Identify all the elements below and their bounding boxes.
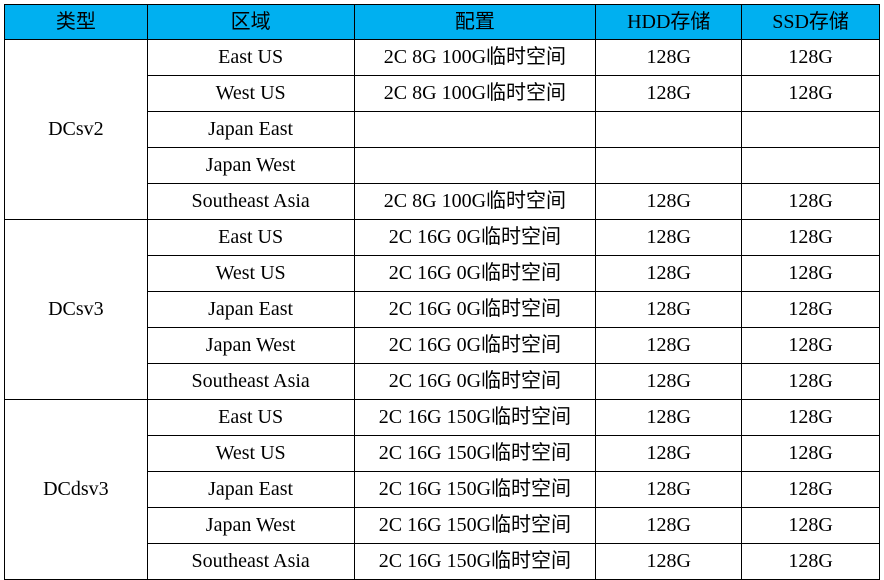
config-cell: 2C 16G 150G临时空间 xyxy=(353,399,597,436)
type-cell: DCsv3 xyxy=(4,219,148,400)
hdd-cell: 128G xyxy=(595,291,743,328)
config-cell: 2C 16G 150G临时空间 xyxy=(353,471,597,508)
ssd-cell: 128G xyxy=(741,471,880,508)
ssd-cell: 128G xyxy=(741,507,880,544)
type-cell: DCsv2 xyxy=(4,39,148,220)
hdd-cell: 128G xyxy=(595,471,743,508)
hdd-cell: 128G xyxy=(595,183,743,220)
ssd-cell: 128G xyxy=(741,363,880,400)
region-cell: Japan East xyxy=(146,291,355,328)
hdd-cell: 128G xyxy=(595,507,743,544)
table-row: DCsv3 East US 2C 16G 0G临时空间 128G 128G xyxy=(4,219,880,400)
vm-spec-table: 类型 区域 配置 HDD存储 SSD存储 DCsv2 East US 2C 8G 1… xyxy=(4,4,880,580)
hdd-cell: 128G xyxy=(595,363,743,400)
ssd-cell: 128G xyxy=(741,435,880,472)
ssd-cell: 128G xyxy=(741,255,880,292)
type-cell: DCdsv3 xyxy=(4,399,148,580)
region-cell: Japan West xyxy=(146,147,355,184)
hdd-cell: 128G xyxy=(595,543,743,580)
hdd-cell xyxy=(595,147,743,184)
ssd-cell: 128G xyxy=(741,39,880,76)
header-type: 类型 xyxy=(4,4,148,40)
ssd-cell: 128G xyxy=(741,219,880,256)
config-cell: 2C 16G 0G临时空间 xyxy=(353,291,597,328)
region-cell: Southeast Asia xyxy=(146,183,355,220)
ssd-cell: 128G xyxy=(741,291,880,328)
hdd-cell: 128G xyxy=(595,399,743,436)
ssd-cell xyxy=(741,147,880,184)
region-cell: Japan West xyxy=(146,507,355,544)
region-cell: West US xyxy=(146,255,355,292)
config-cell: 2C 16G 0G临时空间 xyxy=(353,255,597,292)
hdd-cell: 128G xyxy=(595,255,743,292)
region-cell: Southeast Asia xyxy=(146,363,355,400)
config-cell: 2C 16G 150G临时空间 xyxy=(353,507,597,544)
table-row: DCsv2 East US 2C 8G 100G临时空间 128G 128G xyxy=(4,39,880,220)
table-row: DCdsv3 East US 2C 16G 150G临时空间 128G 128G xyxy=(4,399,880,580)
hdd-cell: 128G xyxy=(595,219,743,256)
region-cell: East US xyxy=(146,39,355,76)
config-cell: 2C 16G 0G临时空间 xyxy=(353,363,597,400)
ssd-cell: 128G xyxy=(741,75,880,112)
ssd-cell xyxy=(741,111,880,148)
ssd-cell: 128G xyxy=(741,543,880,580)
header-row: 类型 区域 配置 HDD存储 SSD存储 xyxy=(4,4,880,40)
hdd-cell: 128G xyxy=(595,39,743,76)
config-cell xyxy=(353,147,597,184)
ssd-cell: 128G xyxy=(741,327,880,364)
region-cell: West US xyxy=(146,75,355,112)
header-config: 配置 xyxy=(353,4,597,40)
config-cell: 2C 16G 150G临时空间 xyxy=(353,435,597,472)
region-cell: Japan East xyxy=(146,471,355,508)
header-hdd: HDD存储 xyxy=(595,4,743,40)
config-cell: 2C 16G 150G临时空间 xyxy=(353,543,597,580)
hdd-cell: 128G xyxy=(595,435,743,472)
config-cell: 2C 16G 0G临时空间 xyxy=(353,219,597,256)
table-body: DCsv2 East US 2C 8G 100G临时空间 128G 128G West U… xyxy=(4,39,880,580)
hdd-cell: 128G xyxy=(595,75,743,112)
hdd-cell: 128G xyxy=(595,327,743,364)
header-ssd: SSD存储 xyxy=(741,4,880,40)
config-cell: 2C 8G 100G临时空间 xyxy=(353,183,597,220)
config-cell: 2C 8G 100G临时空间 xyxy=(353,75,597,112)
region-cell: West US xyxy=(146,435,355,472)
config-cell: 2C 8G 100G临时空间 xyxy=(353,39,597,76)
region-cell: East US xyxy=(146,219,355,256)
region-cell: Japan East xyxy=(146,111,355,148)
header-region: 区域 xyxy=(146,4,355,40)
region-cell: Japan West xyxy=(146,327,355,364)
region-cell: East US xyxy=(146,399,355,436)
hdd-cell xyxy=(595,111,743,148)
ssd-cell: 128G xyxy=(741,399,880,436)
config-cell: 2C 16G 0G临时空间 xyxy=(353,327,597,364)
ssd-cell: 128G xyxy=(741,183,880,220)
region-cell: Southeast Asia xyxy=(146,543,355,580)
config-cell xyxy=(353,111,597,148)
